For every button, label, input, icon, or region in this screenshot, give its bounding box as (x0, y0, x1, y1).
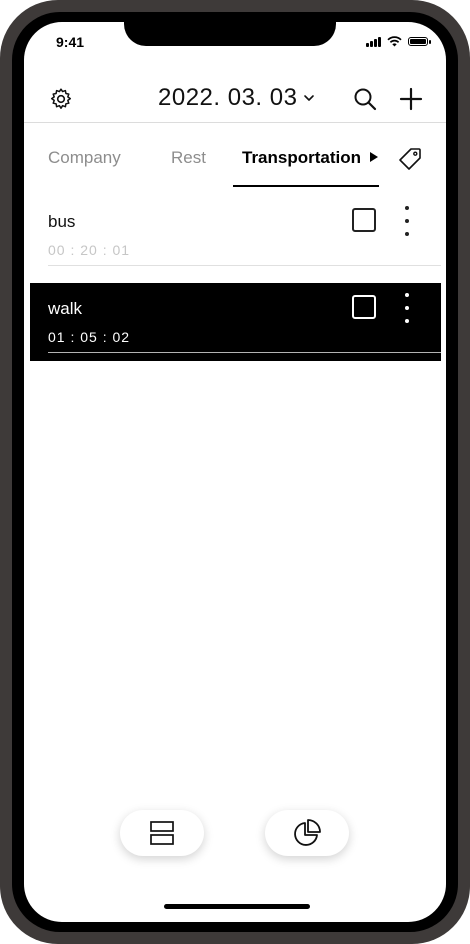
more-options-icon[interactable] (400, 293, 414, 323)
home-indicator[interactable] (164, 904, 310, 909)
row-divider (48, 265, 441, 266)
tab-transportation[interactable]: Transportation (242, 148, 361, 168)
status-icons (366, 36, 431, 47)
entry-checkbox[interactable] (352, 208, 376, 232)
category-tabs: Company Rest Transportation (24, 138, 446, 188)
header: 2022. 03. 03 (24, 78, 446, 122)
entry-duration: 00 : 20 : 01 (48, 242, 131, 258)
tab-rest[interactable]: Rest (171, 148, 206, 168)
app-screen: 9:41 2022. 03. 03 Company Rest Transport… (24, 22, 446, 922)
pie-chart-icon (294, 819, 321, 846)
search-icon[interactable] (352, 86, 378, 112)
plus-icon[interactable] (398, 86, 424, 112)
more-options-icon[interactable] (400, 206, 414, 236)
list-view-button[interactable] (120, 810, 204, 856)
entry-duration: 01 : 05 : 02 (48, 329, 131, 345)
entry-label: walk (48, 299, 83, 318)
date-selector[interactable]: 2022. 03. 03 (158, 84, 315, 112)
header-divider (24, 122, 446, 123)
tag-icon[interactable] (397, 146, 423, 172)
tab-company[interactable]: Company (48, 148, 121, 168)
scroll-right-icon[interactable] (370, 152, 378, 162)
battery-icon (408, 37, 431, 46)
wifi-icon (387, 36, 402, 47)
list-item[interactable]: bus 00 : 20 : 01 (30, 196, 441, 274)
entry-checkbox[interactable] (352, 295, 376, 319)
settings-button[interactable] (48, 86, 74, 112)
status-time: 9:41 (56, 34, 85, 50)
entry-label: bus (48, 212, 76, 231)
list-item[interactable]: walk 01 : 05 : 02 (30, 283, 441, 361)
list-view-icon (150, 821, 174, 845)
signal-icon (366, 36, 381, 47)
notch (124, 22, 336, 46)
active-tab-indicator (233, 185, 379, 187)
statistics-button[interactable] (265, 810, 349, 856)
date-label: 2022. 03. 03 (158, 84, 298, 111)
bottom-nav (24, 810, 446, 858)
gear-icon (50, 88, 72, 109)
row-divider (48, 352, 441, 353)
chevron-down-icon (304, 95, 315, 101)
